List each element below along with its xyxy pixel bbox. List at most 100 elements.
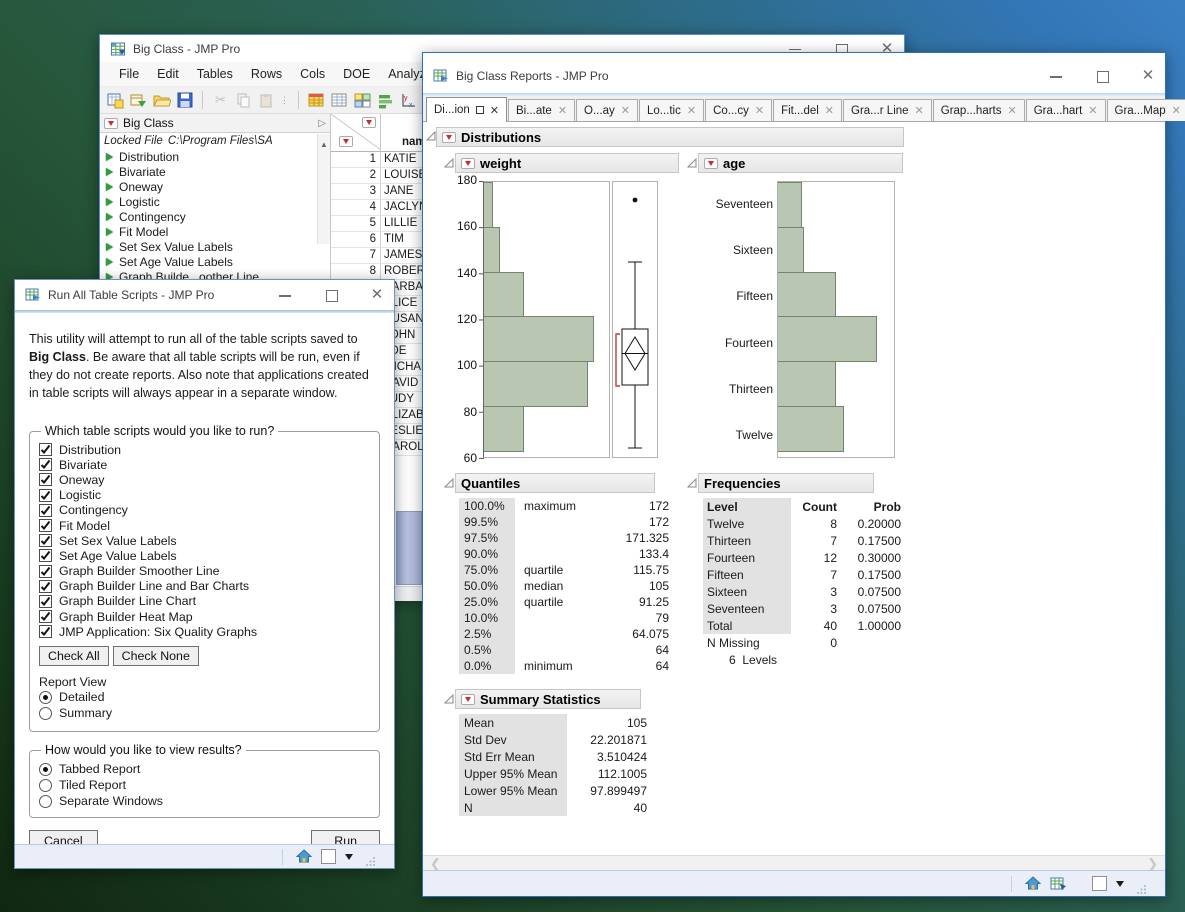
- run-script-icon[interactable]: [106, 228, 113, 236]
- distributions-header[interactable]: Distributions: [436, 127, 904, 147]
- run-script-icon[interactable]: [106, 243, 113, 251]
- script-checkbox-row[interactable]: Distribution: [39, 442, 370, 457]
- script-checkbox-row[interactable]: Graph Builder Heat Map: [39, 609, 370, 624]
- tab-close-icon[interactable]: ✕: [490, 104, 499, 117]
- checkbox-checked-icon[interactable]: [39, 504, 52, 517]
- script-item[interactable]: Contingency: [100, 209, 330, 224]
- panel-scrollbar[interactable]: ▲: [317, 134, 330, 244]
- weight-histogram-bar[interactable]: [484, 272, 524, 318]
- script-checkbox-row[interactable]: Fit Model: [39, 518, 370, 533]
- checkbox-checked-icon[interactable]: [39, 610, 52, 623]
- script-item[interactable]: Logistic: [100, 194, 330, 209]
- age-histogram-bar[interactable]: [778, 272, 836, 318]
- scroll-up-icon[interactable]: ▲: [320, 140, 328, 149]
- script-checkbox-row[interactable]: Contingency: [39, 503, 370, 518]
- script-item[interactable]: Fit Model: [100, 224, 330, 239]
- save-icon[interactable]: [175, 91, 194, 110]
- summary-statistics-header[interactable]: Summary Statistics: [455, 689, 641, 709]
- script-checkbox-row[interactable]: Oneway: [39, 472, 370, 487]
- script-checkbox-row[interactable]: Set Sex Value Labels: [39, 533, 370, 548]
- disclosure-icon[interactable]: [687, 478, 697, 488]
- run-script-icon[interactable]: [106, 183, 113, 191]
- checkbox-checked-icon[interactable]: [39, 580, 52, 593]
- dialog-titlebar[interactable]: Run All Table Scripts - JMP Pro ✕: [15, 280, 394, 310]
- script-item[interactable]: Set Age Value Labels: [100, 254, 330, 269]
- resize-grip[interactable]: [1137, 884, 1147, 894]
- quantiles-header[interactable]: Quantiles: [455, 473, 655, 493]
- disclosure-icon[interactable]: [687, 158, 697, 168]
- close-icon[interactable]: ✕: [1141, 69, 1155, 83]
- age-histogram-bar[interactable]: [778, 406, 844, 452]
- axis-category-label[interactable]: Sixteen: [693, 227, 773, 273]
- results-tabbed-report[interactable]: Tabbed Report: [39, 761, 370, 777]
- radio-icon[interactable]: [39, 779, 52, 792]
- close-icon[interactable]: ✕: [370, 288, 384, 302]
- radio-selected-icon[interactable]: [39, 763, 52, 776]
- run-script-icon[interactable]: [106, 168, 113, 176]
- disclosure-icon[interactable]: [426, 131, 436, 141]
- script-item[interactable]: Distribution: [100, 149, 330, 164]
- red-triangle-menu-icon[interactable]: [704, 158, 718, 169]
- report-tab[interactable]: Gra...hart ✕: [1026, 99, 1106, 121]
- red-triangle-menu-icon[interactable]: [104, 118, 118, 129]
- axis-tick-label[interactable]: 180: [457, 173, 477, 188]
- tabulate-icon[interactable]: [330, 91, 349, 110]
- disclosure-icon[interactable]: [444, 158, 454, 168]
- results-tiled-report[interactable]: Tiled Report: [39, 777, 370, 793]
- weight-histogram-bar[interactable]: [484, 316, 594, 362]
- frequencies-header[interactable]: Frequencies: [698, 473, 874, 493]
- run-script-icon[interactable]: [106, 258, 113, 266]
- data-table-icon[interactable]: [1050, 876, 1066, 891]
- report-tab[interactable]: Co...cy ✕: [705, 99, 772, 121]
- window-mode-icon[interactable]: [321, 849, 336, 864]
- script-checkbox-row[interactable]: Graph Builder Line Chart: [39, 594, 370, 609]
- fit-y-by-x-icon[interactable]: yx: [399, 91, 418, 110]
- script-item[interactable]: Set Sex Value Labels: [100, 239, 330, 254]
- menu-item[interactable]: File: [110, 64, 148, 84]
- caret-down-icon[interactable]: [345, 854, 353, 860]
- red-triangle-menu-icon[interactable]: [461, 158, 475, 169]
- report-view-summary[interactable]: Summary: [39, 705, 370, 721]
- window-mode-icon[interactable]: [1092, 876, 1107, 891]
- columns-menu-icon[interactable]: [362, 117, 376, 128]
- radio-icon[interactable]: [39, 707, 52, 720]
- rows-menu-icon[interactable]: [339, 136, 353, 147]
- axis-category-label[interactable]: Thirteen: [693, 366, 773, 412]
- script-checkbox-row[interactable]: JMP Application: Six Quality Graphs: [39, 624, 370, 639]
- axis-tick-label[interactable]: 80: [464, 405, 477, 420]
- run-script-icon[interactable]: [106, 153, 113, 161]
- tab-close-icon[interactable]: ✕: [825, 104, 834, 117]
- tab-close-icon[interactable]: ✕: [687, 104, 696, 117]
- caret-down-icon[interactable]: [1116, 881, 1124, 887]
- tab-close-icon[interactable]: ✕: [1007, 104, 1016, 117]
- report-tab[interactable]: Fit...del ✕: [773, 99, 842, 121]
- checkbox-checked-icon[interactable]: [39, 443, 52, 456]
- panel-expand-icon[interactable]: ▷: [318, 118, 326, 129]
- axis-category-label[interactable]: Fourteen: [693, 319, 773, 365]
- check-all-button[interactable]: Check All: [39, 646, 109, 666]
- home-icon[interactable]: [296, 849, 312, 864]
- script-checkbox-row[interactable]: Graph Builder Smoother Line: [39, 564, 370, 579]
- radio-icon[interactable]: [39, 795, 52, 808]
- age-header[interactable]: age: [698, 153, 903, 173]
- new-data-table-icon[interactable]: [106, 91, 125, 110]
- open-folder-icon[interactable]: [152, 91, 171, 110]
- menu-item[interactable]: DOE: [334, 64, 379, 84]
- open-database-icon[interactable]: [129, 91, 148, 110]
- tab-close-icon[interactable]: ✕: [1172, 104, 1181, 117]
- menu-item[interactable]: Rows: [242, 64, 291, 84]
- axis-tick-label[interactable]: 140: [457, 266, 477, 281]
- weight-header[interactable]: weight: [455, 153, 679, 173]
- report-tab[interactable]: Grap...harts ✕: [933, 99, 1025, 121]
- resize-grip[interactable]: [366, 856, 376, 866]
- tab-close-icon[interactable]: ✕: [558, 104, 567, 117]
- weight-histogram-bar[interactable]: [484, 361, 588, 407]
- script-checkbox-row[interactable]: Graph Builder Line and Bar Charts: [39, 579, 370, 594]
- disclosure-icon[interactable]: [444, 694, 454, 704]
- report-tab[interactable]: Lo...tic ✕: [639, 99, 704, 121]
- report-tab[interactable]: Gra...Map ✕: [1107, 99, 1185, 121]
- split-table-icon[interactable]: [353, 91, 372, 110]
- table-panel-header[interactable]: Big Class ▷: [100, 114, 330, 133]
- age-histogram-bar[interactable]: [778, 182, 802, 228]
- axis-tick-label[interactable]: 120: [457, 312, 477, 327]
